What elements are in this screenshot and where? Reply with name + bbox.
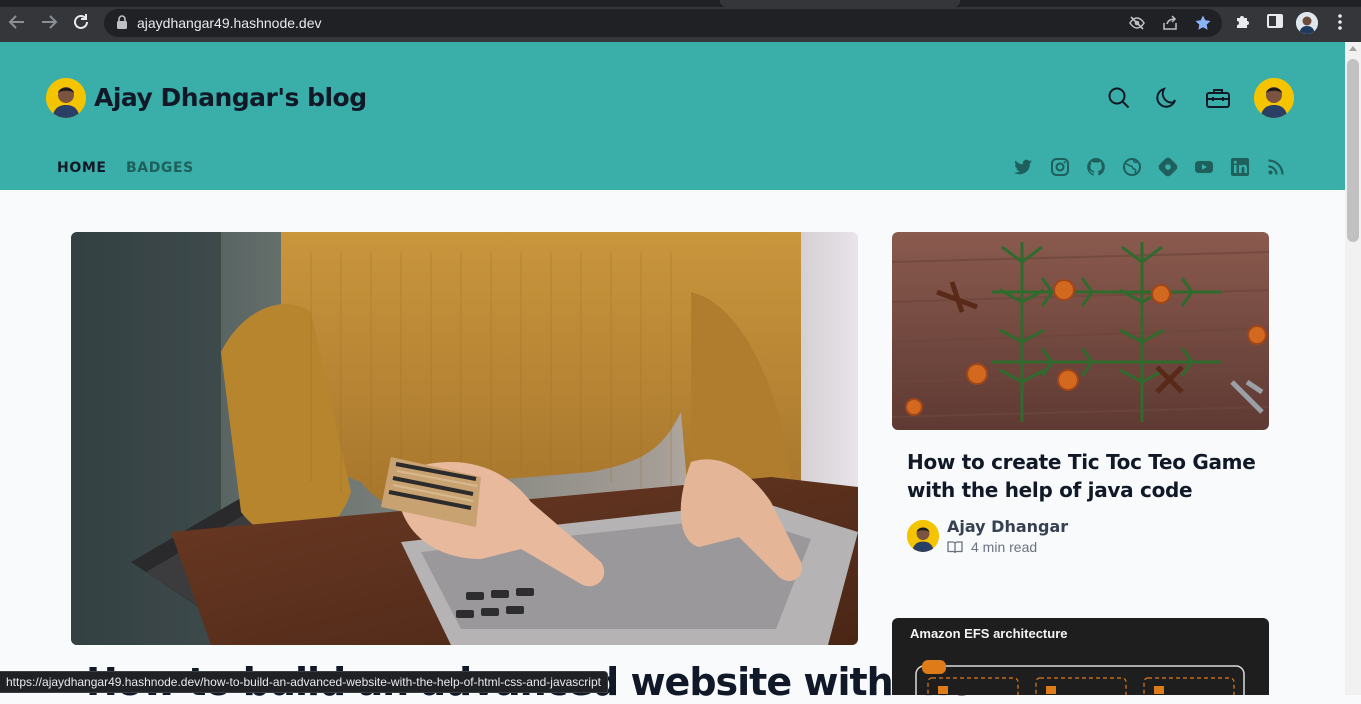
eye-off-icon[interactable] [1128, 14, 1146, 32]
rss-icon[interactable] [1266, 157, 1286, 177]
card-cover-image[interactable] [892, 232, 1269, 430]
blog-logo-avatar[interactable] [46, 78, 86, 118]
scroll-up-arrow-icon[interactable] [1349, 46, 1357, 51]
globe-icon[interactable] [1122, 157, 1142, 177]
profile-avatar[interactable] [1296, 12, 1318, 34]
card-author-avatar[interactable] [907, 520, 939, 552]
star-icon[interactable] [1194, 14, 1212, 32]
tab-strip [0, 0, 1361, 7]
lock-icon[interactable] [116, 15, 128, 30]
back-arrow-icon[interactable] [6, 11, 28, 33]
reload-icon[interactable] [70, 11, 92, 33]
avatar[interactable] [1254, 78, 1294, 118]
book-open-icon [947, 541, 963, 554]
twitter-icon[interactable] [1013, 157, 1033, 177]
card-2-cover-image[interactable]: Amazon EFS architecture [892, 618, 1269, 695]
sidebar-icon[interactable] [1266, 12, 1284, 30]
active-tab[interactable] [720, 0, 960, 7]
hashnode-icon[interactable] [1158, 157, 1178, 177]
kebab-menu-icon[interactable] [1334, 12, 1346, 32]
instagram-icon[interactable] [1050, 157, 1070, 177]
hero-article-image[interactable] [71, 232, 858, 645]
nav-home[interactable]: HOME [57, 160, 107, 176]
search-icon[interactable] [1106, 85, 1132, 111]
scroll-thumb[interactable] [1347, 59, 1359, 242]
link-status-bar: https://ajaydhangar49.hashnode.dev/how-t… [0, 671, 608, 693]
youtube-icon[interactable] [1194, 157, 1214, 177]
blog-title[interactable]: Ajay Dhangar's blog [94, 83, 367, 112]
browser-toolbar: ajaydhangar49.hashnode.dev [0, 0, 1361, 42]
card-author-name[interactable]: Ajay Dhangar [947, 517, 1068, 536]
address-bar[interactable]: ajaydhangar49.hashnode.dev [104, 9, 1222, 37]
url-text[interactable]: ajaydhangar49.hashnode.dev [137, 15, 322, 31]
nav-badges[interactable]: BADGES [126, 160, 194, 176]
moon-icon[interactable] [1154, 85, 1180, 111]
puzzle-icon[interactable] [1234, 12, 1252, 30]
linkedin-icon[interactable] [1230, 157, 1250, 177]
github-icon[interactable] [1086, 157, 1106, 177]
share-icon[interactable] [1161, 14, 1179, 32]
forward-arrow-icon[interactable] [38, 11, 60, 33]
card-title[interactable]: How to create Tic Toc Teo Game with the … [907, 448, 1257, 504]
site-header: Ajay Dhangar's blog HOME BADGES [0, 42, 1345, 190]
page-scrollbar[interactable] [1345, 42, 1361, 695]
card-read-time: 4 min read [971, 539, 1038, 555]
toolbox-icon[interactable] [1205, 85, 1231, 111]
